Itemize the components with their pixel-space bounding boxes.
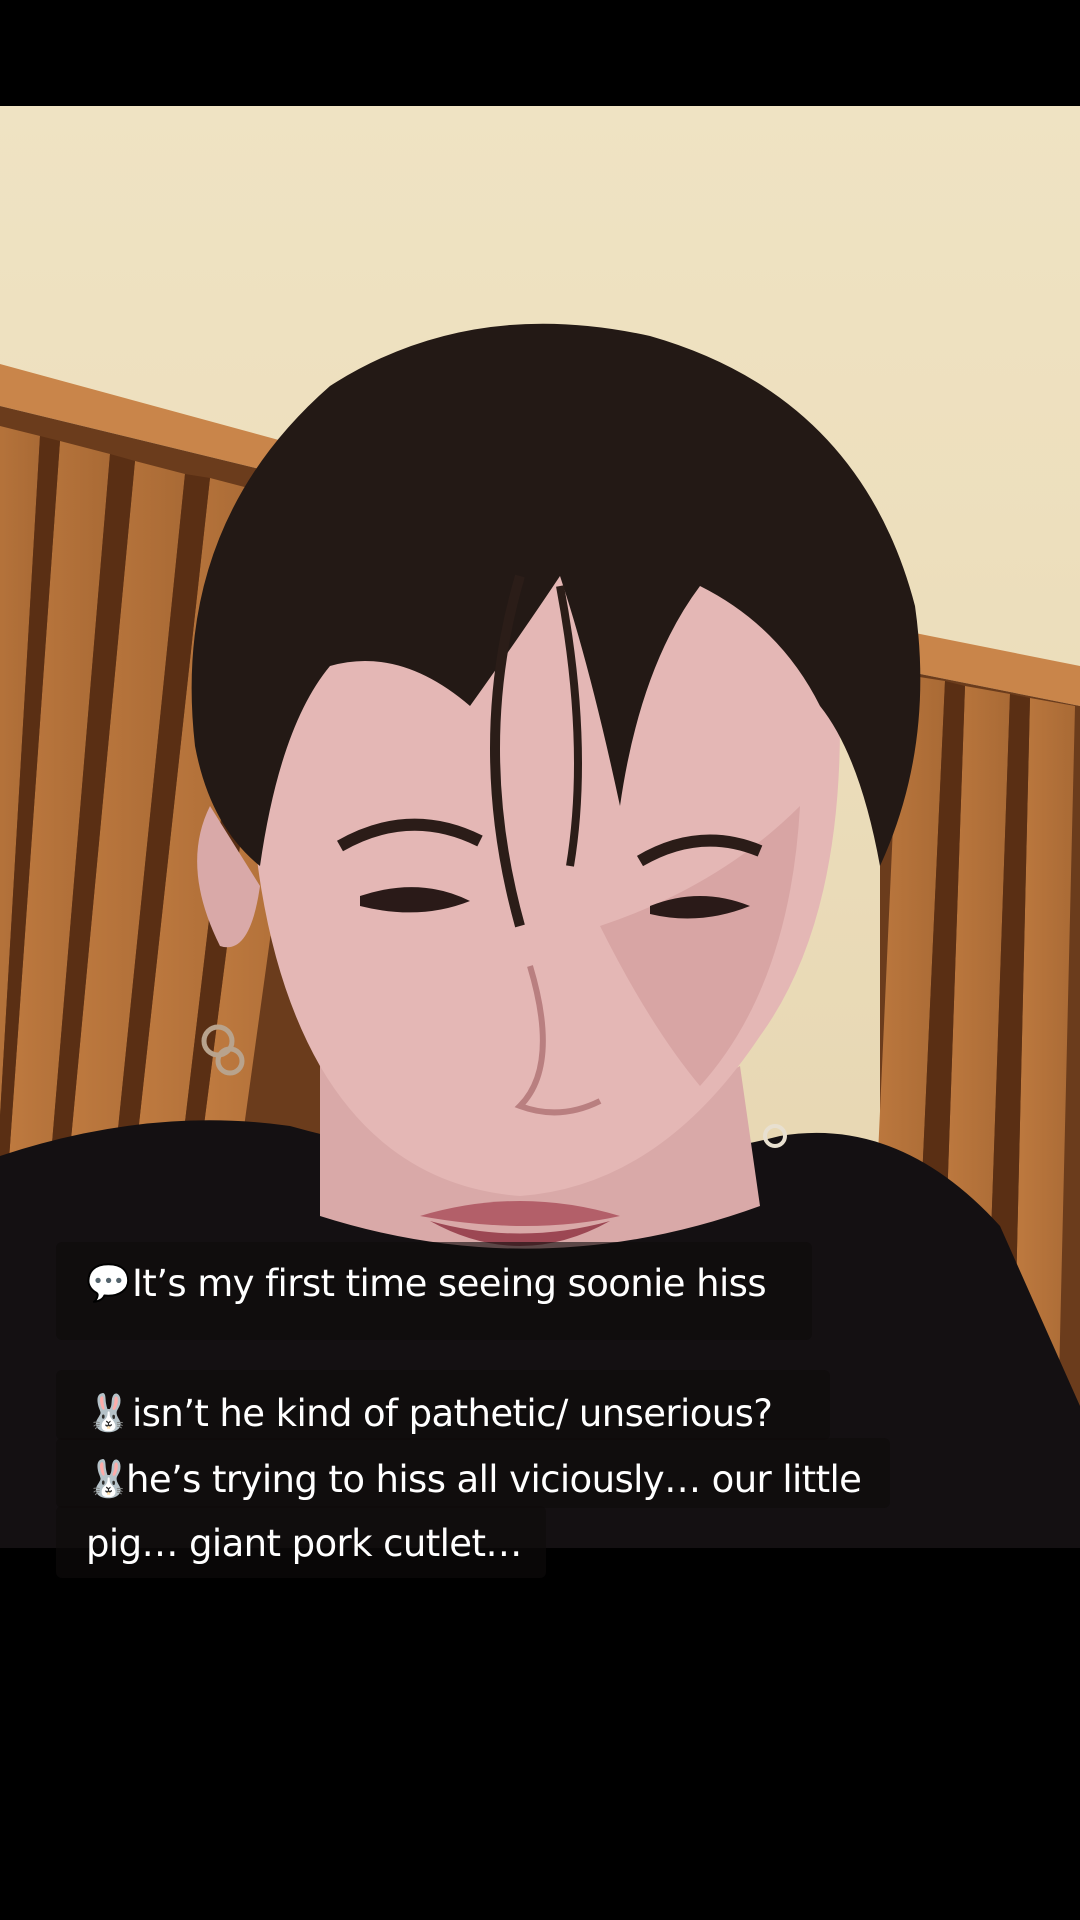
rabbit-face-icon: 🐰 (86, 1459, 131, 1500)
rabbit-face-icon: 🐰 (86, 1393, 131, 1434)
speech-bubble-icon: 💬 (86, 1263, 131, 1304)
caption-line-3: 🐰he’s trying to hiss all viciously… our … (86, 1458, 862, 1502)
caption-line-4-text: pig… giant pork cutlet… (86, 1522, 522, 1565)
caption-line-3-text: he’s trying to hiss all viciously… our l… (126, 1458, 862, 1501)
caption-line-2-text: isn’t he kind of pathetic/ unserious? (132, 1392, 773, 1435)
caption-line-4: pig… giant pork cutlet… (86, 1522, 522, 1566)
screen: 💬It’s my first time seeing soonie hiss 🐰… (0, 0, 1080, 1920)
caption-line-2: 🐰isn’t he kind of pathetic/ unserious? (86, 1392, 773, 1436)
caption-line-1-text: It’s my first time seeing soonie hiss (132, 1262, 767, 1305)
caption-line-1: 💬It’s my first time seeing soonie hiss (86, 1262, 767, 1306)
